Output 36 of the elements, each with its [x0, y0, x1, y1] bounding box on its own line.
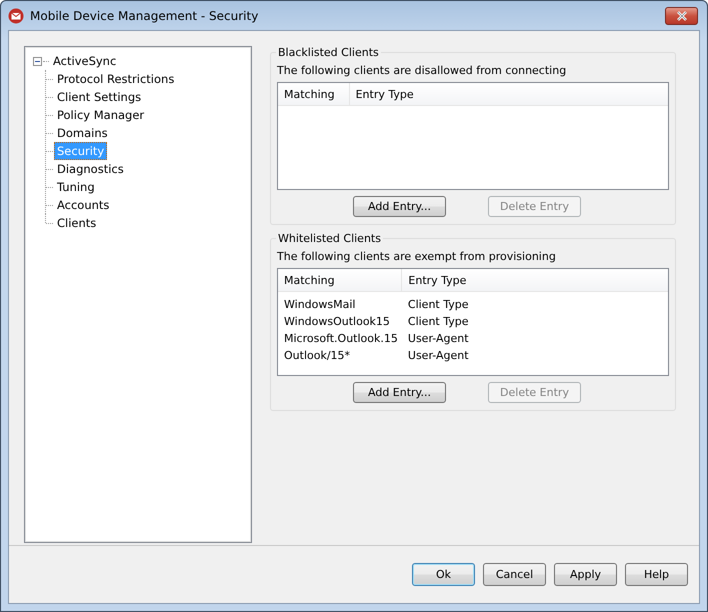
tree-item[interactable]: Protocol Restrictions [54, 70, 178, 88]
column-header[interactable]: Matching [278, 269, 402, 292]
table-cell-text: User-Agent [406, 330, 470, 346]
dialog-button[interactable]: Cancel [483, 563, 546, 586]
group-description: The following clients are exempt from provisioning [277, 250, 557, 263]
tree-item[interactable]: ActiveSync [50, 52, 120, 70]
close-icon [674, 10, 688, 20]
collapse-icon[interactable] [33, 56, 42, 66]
column-header[interactable]: Entry Type [402, 269, 668, 292]
column-header[interactable]: Matching [278, 83, 350, 106]
table-cell-text: Microsoft.Outlook.15 [283, 330, 399, 346]
tree-item[interactable]: Diagnostics [54, 160, 127, 178]
tree-item[interactable]: Policy Manager [54, 106, 148, 124]
dialog-button[interactable]: Ok [412, 563, 475, 586]
table-cell-text: Client Type [406, 314, 470, 330]
column-header[interactable]: Entry Type [349, 83, 668, 106]
table-cell: WindowsMail [278, 292, 402, 313]
group-title: Whitelisted Clients [277, 232, 382, 245]
tree-item[interactable]: Domains [54, 124, 111, 142]
dialog-button[interactable]: Help [625, 563, 688, 586]
group-title: Blacklisted Clients [277, 46, 380, 59]
tree-item[interactable]: Tuning [54, 178, 98, 196]
table-cell-text: User-Agent [406, 348, 470, 364]
tree-item[interactable]: Clients [54, 214, 100, 232]
tree-item[interactable]: Client Settings [54, 88, 144, 106]
close-button[interactable] [665, 6, 698, 24]
envelope-icon [8, 8, 24, 24]
group-description: The following clients are disallowed from connecting [277, 64, 568, 77]
table-cell-text: WindowsOutlook15 [283, 314, 391, 330]
dialog-button[interactable]: Apply [554, 563, 617, 586]
add-entry-button[interactable]: Add Entry... [353, 196, 446, 217]
window-title: Mobile Device Management - Security [30, 8, 260, 22]
table-cell: Client Type [402, 292, 668, 313]
add-entry-button[interactable]: Add Entry... [353, 382, 446, 403]
table-cell-text: Outlook/15* [283, 348, 352, 364]
tree-item[interactable]: Accounts [54, 196, 112, 214]
